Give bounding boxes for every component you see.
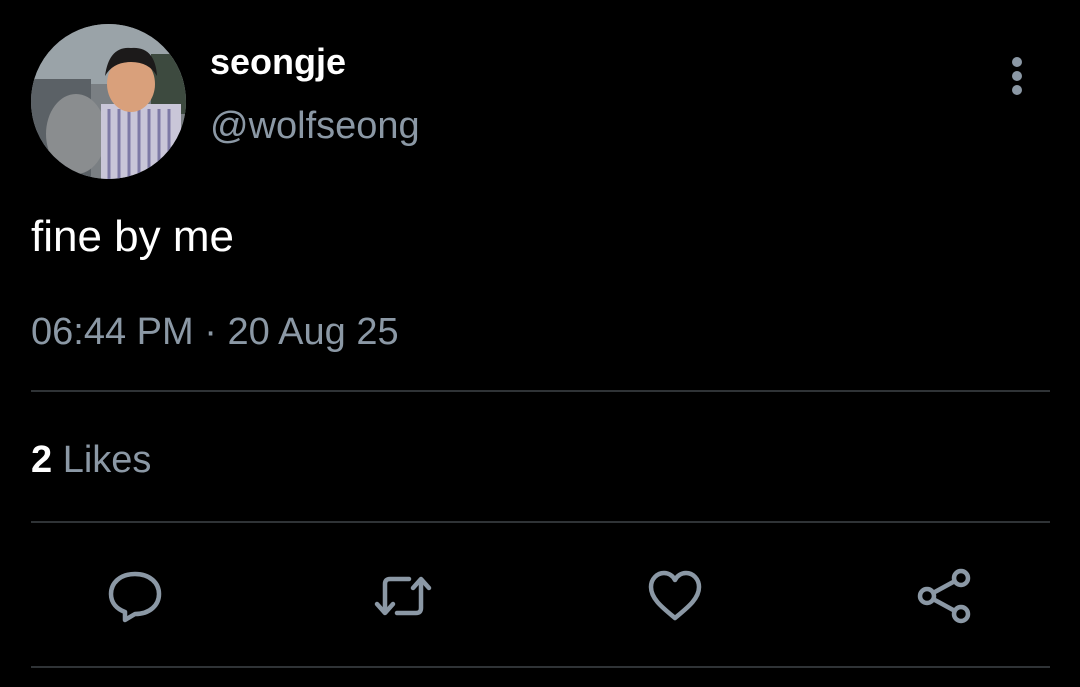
retweet-icon (374, 576, 432, 616)
display-name[interactable]: seongje (210, 38, 346, 86)
retweet-button[interactable] (373, 566, 433, 626)
meta-separator: · (204, 311, 217, 353)
more-options-button[interactable] (996, 52, 1038, 100)
share-icon (917, 568, 971, 624)
tweet-text: fine by me (31, 212, 234, 261)
like-button[interactable] (645, 566, 705, 626)
reply-icon (108, 571, 162, 623)
tweet-date: 20 Aug 25 (227, 311, 399, 353)
avatar[interactable] (31, 24, 186, 179)
reply-button[interactable] (105, 566, 165, 626)
tweet-timestamp[interactable]: 06:44 PM · 20 Aug 25 (31, 306, 399, 358)
divider (31, 390, 1050, 392)
likes-label: Likes (62, 439, 152, 481)
tweet-time: 06:44 PM (31, 311, 194, 353)
user-handle[interactable]: @wolfseong (210, 100, 420, 152)
share-button[interactable] (914, 566, 974, 626)
profile-photo (31, 24, 186, 179)
divider (31, 666, 1050, 668)
divider (31, 521, 1050, 523)
heart-icon (648, 570, 702, 621)
more-vertical-icon (1012, 57, 1022, 95)
likes-summary[interactable]: 2 Likes (31, 436, 151, 484)
likes-count: 2 (31, 439, 53, 481)
